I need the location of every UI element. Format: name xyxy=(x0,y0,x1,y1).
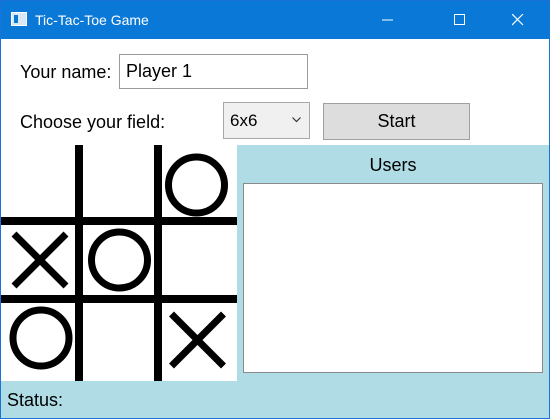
board-cell[interactable] xyxy=(158,145,237,221)
app-window: Tic-Tac-Toe Game Your name: Choose your … xyxy=(0,0,550,419)
users-panel: Users xyxy=(237,145,549,381)
board-canvas xyxy=(1,145,237,381)
minimize-button[interactable] xyxy=(365,1,411,39)
field-label: Choose your field: xyxy=(20,112,166,132)
board-cell[interactable] xyxy=(79,221,158,299)
status-label: Status: xyxy=(7,390,64,410)
users-title: Users xyxy=(369,155,417,175)
field-size-value: 6x6 xyxy=(230,111,258,130)
board-cell[interactable] xyxy=(79,299,158,381)
app-icon xyxy=(11,12,27,26)
maximize-button[interactable] xyxy=(437,1,483,39)
status-bar: Status: xyxy=(1,381,549,418)
minimize-icon xyxy=(382,19,393,21)
name-input[interactable] xyxy=(119,54,308,89)
title-bar[interactable]: Tic-Tac-Toe Game xyxy=(1,1,549,39)
board-cell[interactable] xyxy=(158,299,237,381)
close-icon xyxy=(512,14,524,26)
users-list[interactable] xyxy=(243,183,543,373)
board-cells[interactable] xyxy=(1,145,237,381)
field-size-select[interactable]: 6x6 xyxy=(223,102,310,139)
name-label: Your name: xyxy=(20,62,112,82)
board-cell[interactable] xyxy=(1,221,79,299)
start-button[interactable]: Start xyxy=(323,103,470,140)
close-button[interactable] xyxy=(495,1,541,39)
maximize-icon xyxy=(454,14,465,25)
board-cell[interactable] xyxy=(158,221,237,299)
board-cell[interactable] xyxy=(1,299,79,381)
window-title: Tic-Tac-Toe Game xyxy=(35,12,149,28)
game-board xyxy=(1,145,237,381)
board-cell[interactable] xyxy=(1,145,79,221)
chevron-down-icon xyxy=(292,117,301,123)
board-cell[interactable] xyxy=(79,145,158,221)
